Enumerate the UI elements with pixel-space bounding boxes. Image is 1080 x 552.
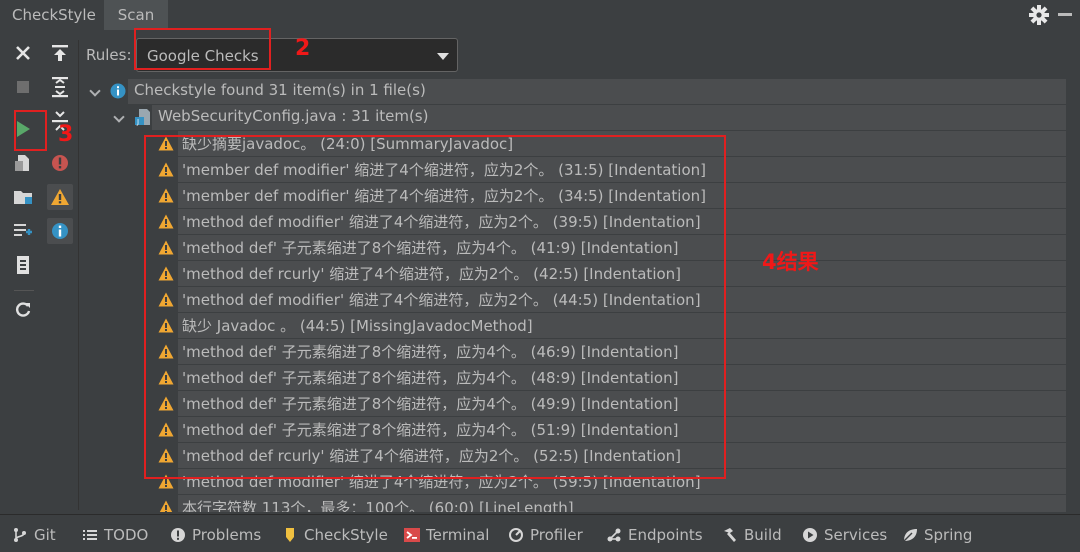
chevron-down-icon[interactable] [113,111,125,123]
tool-endpoints[interactable]: Endpoints [606,524,703,546]
check-module-icon[interactable] [10,150,36,176]
tool-todo[interactable]: TODO [82,524,148,546]
tool-services-label: Services [824,526,888,544]
annotation-box-rules [134,28,271,70]
todo-list-icon [82,527,98,543]
gear-icon[interactable] [1028,4,1050,26]
expand-all-icon[interactable] [47,74,73,100]
tree-row-file[interactable]: J WebSecurityConfig.java : 31 item(s) [80,104,1066,130]
tool-problems-label: Problems [192,526,262,544]
annotation-marker-results: 4结果 [762,250,819,274]
annotation-marker-run: 3 [58,122,74,147]
show-info-icon[interactable] [47,218,73,244]
scroll-to-top-icon[interactable] [47,40,73,66]
summary-text: Checkstyle found 31 item(s) in 1 file(s) [134,81,426,99]
tool-problems[interactable]: Problems [170,524,261,546]
annotation-box-results [144,135,726,479]
chevron-down-icon [437,53,449,60]
file-name-text: WebSecurityConfig.java : 31 item(s) [158,107,429,125]
hide-panel-icon[interactable] [1058,13,1072,16]
tool-todo-label: TODO [104,526,149,544]
tool-checkstyle-label: CheckStyle [304,526,388,544]
tool-endpoints-label: Endpoints [628,526,703,544]
tab-checkstyle[interactable]: CheckStyle [0,0,108,30]
chevron-down-icon[interactable] [89,85,101,97]
scan-changes-icon[interactable] [10,218,36,244]
toolbar-separator [78,40,79,510]
tool-spring[interactable]: Spring [902,524,972,546]
stop-icon[interactable] [10,74,36,100]
tree-row-summary[interactable]: Checkstyle found 31 item(s) in 1 file(s) [80,78,1066,104]
tab-scan[interactable]: Scan [104,0,168,30]
endpoints-icon [606,527,622,543]
git-branch-icon [12,527,28,543]
svg-text:J: J [136,118,139,126]
annotation-marker-rules: 2 [295,36,311,61]
tool-window-header: CheckStyle Scan [0,0,1080,30]
spring-leaf-icon [902,527,918,543]
show-warnings-icon[interactable] [47,184,73,210]
build-hammer-icon [722,527,738,543]
show-errors-icon[interactable] [47,150,73,176]
rules-label: Rules: [86,46,132,64]
clear-results-icon[interactable] [10,252,36,278]
toolbar-divider [14,290,34,291]
tool-terminal-label: Terminal [426,526,490,544]
tool-build-label: Build [744,526,782,544]
java-file-icon: J [134,108,152,130]
profiler-icon [508,527,524,543]
tool-checkstyle[interactable]: CheckStyle [282,524,388,546]
issue-text: 本行字符数 113个，最多：100个。 (60:0) [LineLength] [182,499,574,512]
checkstyle-icon [282,527,298,543]
close-icon[interactable] [10,40,36,66]
terminal-icon [404,527,420,543]
problems-info-icon [170,527,186,543]
tool-profiler-label: Profiler [530,526,583,544]
reload-rules-icon[interactable] [10,296,36,322]
warning-icon [158,500,174,512]
tool-git[interactable]: Git [12,524,56,546]
tool-window-bar: Git TODO Problems CheckStyle Terminal Pr… [0,514,1080,552]
tool-profiler[interactable]: Profiler [508,524,583,546]
tool-git-label: Git [34,526,56,544]
tool-spring-label: Spring [924,526,973,544]
tool-terminal[interactable]: Terminal [404,524,489,546]
scrollbar[interactable] [1066,78,1080,512]
tool-services[interactable]: Services [802,524,887,546]
services-icon [802,527,818,543]
info-icon [110,83,126,103]
annotation-box-run [14,110,47,151]
issue-row[interactable]: 本行字符数 113个，最多：100个。 (60:0) [LineLength] [80,494,1066,512]
check-project-icon[interactable] [10,184,36,210]
tool-build[interactable]: Build [722,524,782,546]
